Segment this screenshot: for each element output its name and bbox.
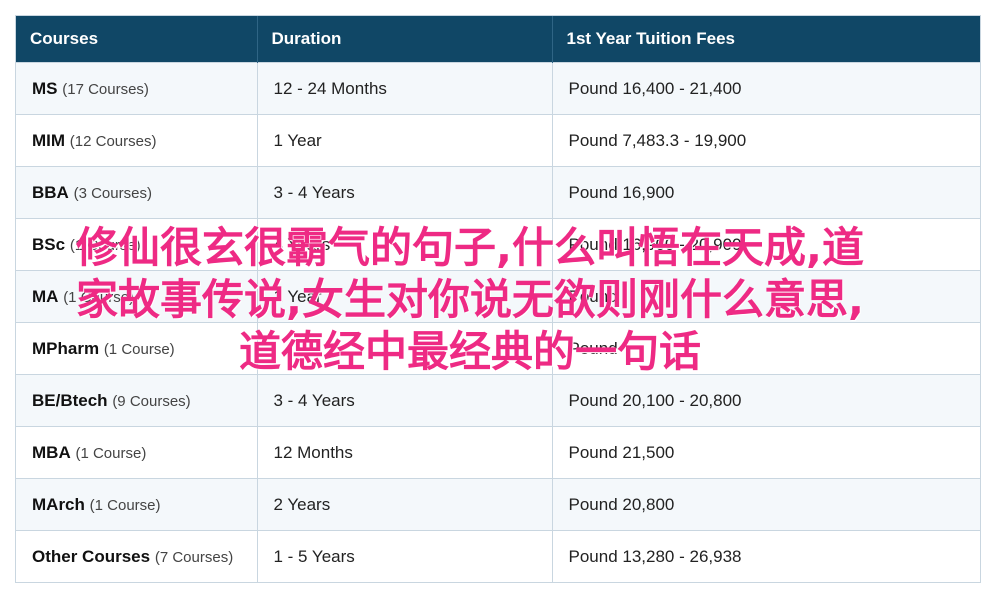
course-name-link[interactable]: MIM [32,131,65,150]
header-duration: Duration [257,16,553,63]
course-cell: BSc (1 Course) [16,218,258,271]
course-name-link[interactable]: BE/Btech [32,391,108,410]
course-name-link[interactable]: BBA [32,183,69,202]
course-count: (3 Courses) [73,184,152,202]
fees-cell: Pound 13,280 - 26,938 [552,530,980,582]
course-cell: MPharm (1 Course) [16,322,258,375]
header-row: Courses Duration 1st Year Tuition Fees [16,16,980,63]
table-row: Other Courses (7 Courses) 1 - 5 Years Poun… [16,530,980,582]
course-name-link[interactable]: Other Courses [32,547,150,566]
duration-cell: 3 - 4 Years [257,374,553,427]
header-tuition-fees: 1st Year Tuition Fees [552,16,980,63]
course-cell: BBA (3 Courses) [16,166,258,219]
course-cell: MS (17 Courses) [16,62,258,115]
table-row: MPharm (1 Course) Pound [16,322,980,375]
course-name-link[interactable]: MArch [32,495,85,514]
fees-cell: Pound 16,400 - 21,400 [552,62,980,115]
table-header: Courses Duration 1st Year Tuition Fees [16,16,980,63]
course-cell: MA (1 Course) [16,270,258,323]
duration-cell: 3 - 4 Years [257,166,553,219]
table-row: BBA (3 Courses) 3 - 4 Years Pound 16,900 [16,166,980,219]
course-cell: MIM (12 Courses) [16,114,258,167]
fees-cell: Pound 20,100 - 20,800 [552,374,980,427]
fees-cell: Pound [552,322,980,375]
course-count: (7 Courses) [154,548,234,566]
table-body: MS (17 Courses) 12 - 24 Months Pound 16,40… [16,62,980,582]
course-name-link[interactable]: MPharm [32,339,99,358]
duration-cell: 1 - 5 Years [257,530,553,582]
fees-cell: Pound 21,500 [552,426,980,479]
table-row: BE/Btech (9 Courses) 3 - 4 Years Pound 20,… [16,374,980,427]
courses-table: Courses Duration 1st Year Tuition Fees M… [16,16,980,582]
duration-cell: 12 - 24 Months [257,62,553,115]
course-count: (1 Course) [63,288,135,306]
course-cell: BE/Btech (9 Courses) [16,374,258,427]
table-row: MIM (12 Courses) 1 Year Pound 7,483.3 - 19… [16,114,980,167]
course-count: (1 Course) [75,444,147,462]
course-count: (12 Courses) [69,132,157,150]
duration-cell [257,322,553,375]
course-count: (9 Courses) [112,392,191,410]
table-row: MArch (1 Course) 2 Years Pound 20,800 [16,478,980,531]
course-count: (17 Courses) [62,80,149,98]
fees-cell: Pound 20,800 [552,478,980,531]
table-row: MBA (1 Course) 12 Months Pound 21,500 [16,426,980,479]
course-count: (1 Course) [69,236,141,254]
course-cell: MArch (1 Course) [16,478,258,531]
table-row: BSc (1 Course) 4 Years Pound 16,900 - 20,9… [16,218,980,271]
course-count: (1 Course) [89,496,161,514]
fees-cell: Pound [552,270,980,323]
course-name-link[interactable]: BSc [32,235,65,254]
course-name-link[interactable]: MA [32,287,58,306]
course-name-link[interactable]: MBA [32,443,71,462]
fees-cell: Pound 16,900 [552,166,980,219]
course-cell: MBA (1 Course) [16,426,258,479]
fees-cell: Pound 7,483.3 - 19,900 [552,114,980,167]
fees-cell: Pound 16,900 - 20,900 [552,218,980,271]
duration-cell: 2 Years [257,478,553,531]
course-name-link[interactable]: MS [32,79,58,98]
duration-cell: 1 Year [257,114,553,167]
duration-cell: 1 Year [257,270,553,323]
duration-cell: 4 Years [257,218,553,271]
header-courses: Courses [16,16,258,63]
duration-cell: 12 Months [257,426,553,479]
table-row: MS (17 Courses) 12 - 24 Months Pound 16,40… [16,62,980,115]
course-cell: Other Courses (7 Courses) [16,530,258,582]
course-count: (1 Course) [103,340,175,358]
courses-table-container: Courses Duration 1st Year Tuition Fees M… [15,15,981,583]
table-row: MA (1 Course) 1 Year Pound [16,270,980,323]
